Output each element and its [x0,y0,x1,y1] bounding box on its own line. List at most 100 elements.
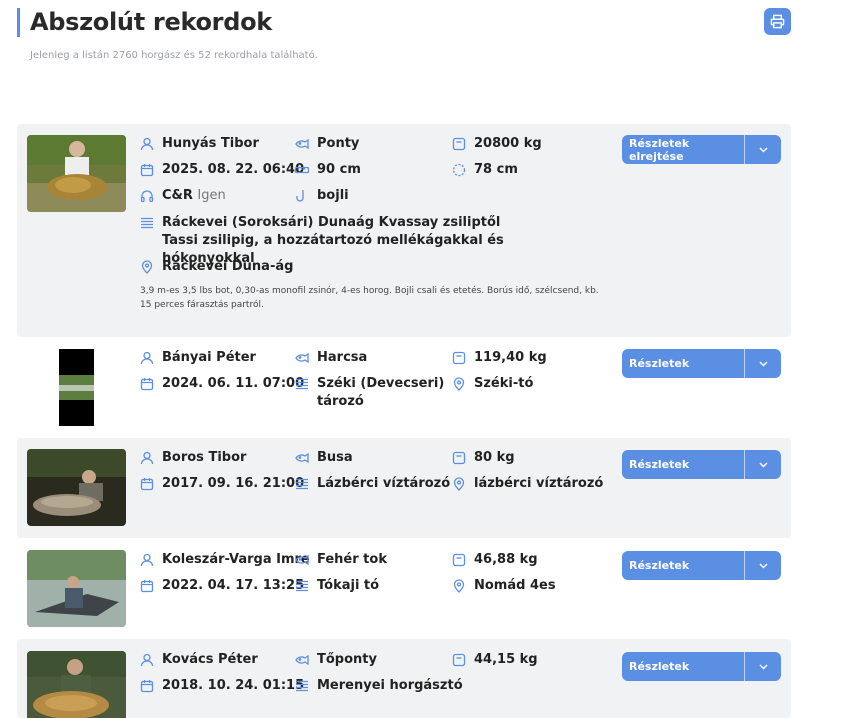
pin-icon [453,477,465,491]
hide-details-button[interactable]: Részletek elrejtése [622,135,745,164]
record-location: lázbérci víztározó [452,475,603,493]
details-button[interactable]: Részletek [622,652,745,681]
fish-icon [295,138,309,150]
record-location: Ráckevei Duna-ág [140,258,293,276]
details-button-group: Részletek [622,551,781,580]
record-bait: bojli [295,187,349,205]
record-photo[interactable] [27,449,126,526]
pin-icon [141,260,153,274]
record-angler: Koleszár-Varga Imre [140,551,310,569]
fish-icon [295,352,309,364]
record-description: 3,9 m-es 3,5 lbs bot, 0,30-as monofil zs… [140,286,599,310]
scale-icon [452,653,466,667]
waves-icon [141,217,153,229]
record-card: Koleszár-Varga Imre Fehér tok 46,88 kg 2… [17,540,791,638]
details-button-group: Részletek [622,450,781,479]
record-weight: 20800 kg [452,135,542,153]
record-weight: 44,15 kg [452,651,538,669]
pin-icon [453,377,465,391]
waves-icon [296,378,308,390]
person-icon [140,451,154,465]
details-button[interactable]: Részletek [622,450,745,479]
record-date: 2018. 10. 24. 01:15 [140,677,304,695]
calendar-icon [140,680,154,693]
scale-icon [452,137,466,151]
scale-icon [452,351,466,365]
calendar-icon [140,580,154,593]
record-weight: 119,40 kg [452,349,547,367]
details-dropdown-toggle[interactable] [745,135,781,164]
person-icon [140,553,154,567]
waves-icon [296,680,308,692]
waves-icon [296,478,308,490]
details-button[interactable]: Részletek [622,349,745,378]
record-species: Busa [295,449,353,467]
record-card: Hunyás Tibor Ponty 20800 kg 2025. 08. 22… [17,124,791,337]
chevron-down-icon [758,360,768,367]
calendar-icon [140,378,154,391]
scale-icon [452,553,466,567]
record-species: Ponty [295,135,359,153]
chevron-down-icon [758,663,768,670]
record-card: Boros Tibor Busa 80 kg 2017. 09. 16. 21:… [17,438,791,538]
record-angler: Bányai Péter [140,349,256,367]
waves-icon [296,580,308,592]
person-icon [140,137,154,151]
circle-dashed-icon [452,163,466,177]
page-title-bar: Abszolút rekordok [17,8,272,37]
record-length: 90 cm [295,161,361,179]
record-water: Lázbérci víztározó [295,475,450,493]
calendar-icon [140,478,154,491]
record-weight: 46,88 kg [452,551,538,569]
record-angler: Kovács Péter [140,651,258,669]
pin-icon [453,579,465,593]
record-date: 2025. 08. 22. 06:40 [140,161,304,179]
chevron-down-icon [758,146,768,153]
record-catch-release: C&R Igen [140,187,226,205]
record-water: Széki (Devecseri) tározó [295,375,445,411]
details-dropdown-toggle[interactable] [745,450,781,479]
record-photo[interactable] [59,349,94,426]
record-weight: 80 kg [452,449,515,467]
record-angler: Boros Tibor [140,449,246,467]
fish-icon [295,654,309,666]
printer-icon [770,14,785,29]
record-card: Kovács Péter Tőponty 44,15 kg 2018. 10. … [17,639,791,718]
fish-icon [295,452,309,464]
record-location: Nomád 4es [452,577,556,595]
page-title: Abszolút rekordok [30,8,272,36]
record-species: Harcsa [295,349,367,367]
details-button-group: Részletek elrejtése [622,135,781,164]
record-date: 2022. 04. 17. 13:25 [140,577,304,595]
page-subtitle: Jelenleg a listán 2760 horgász és 52 rek… [30,50,318,61]
details-button[interactable]: Részletek [622,551,745,580]
record-photo[interactable] [27,550,126,627]
chevron-down-icon [758,562,768,569]
details-dropdown-toggle[interactable] [745,551,781,580]
details-button-group: Részletek [622,349,781,378]
record-species: Tőponty [295,651,377,669]
person-icon [140,653,154,667]
hook-icon [296,190,304,202]
print-button[interactable] [764,8,791,35]
headphones-icon [140,190,154,203]
fish-icon [295,554,309,566]
details-button-group: Részletek [622,652,781,681]
ruler-icon [295,166,309,174]
calendar-icon [140,164,154,177]
record-girth: 78 cm [452,161,518,179]
record-location: Széki-tó [452,375,533,393]
person-icon [140,351,154,365]
details-dropdown-toggle[interactable] [745,349,781,378]
details-dropdown-toggle[interactable] [745,652,781,681]
record-water: Merenyei horgásztó [295,677,463,695]
record-photo[interactable] [27,651,126,718]
chevron-down-icon [758,461,768,468]
record-photo[interactable] [27,135,126,212]
record-date: 2017. 09. 16. 21:00 [140,475,304,493]
record-species: Fehér tok [295,551,387,569]
record-card: Bányai Péter Harcsa 119,40 kg 2024. 06. … [17,338,791,436]
record-date: 2024. 06. 11. 07:00 [140,375,304,393]
scale-icon [452,451,466,465]
record-water: Tókaji tó [295,577,379,595]
